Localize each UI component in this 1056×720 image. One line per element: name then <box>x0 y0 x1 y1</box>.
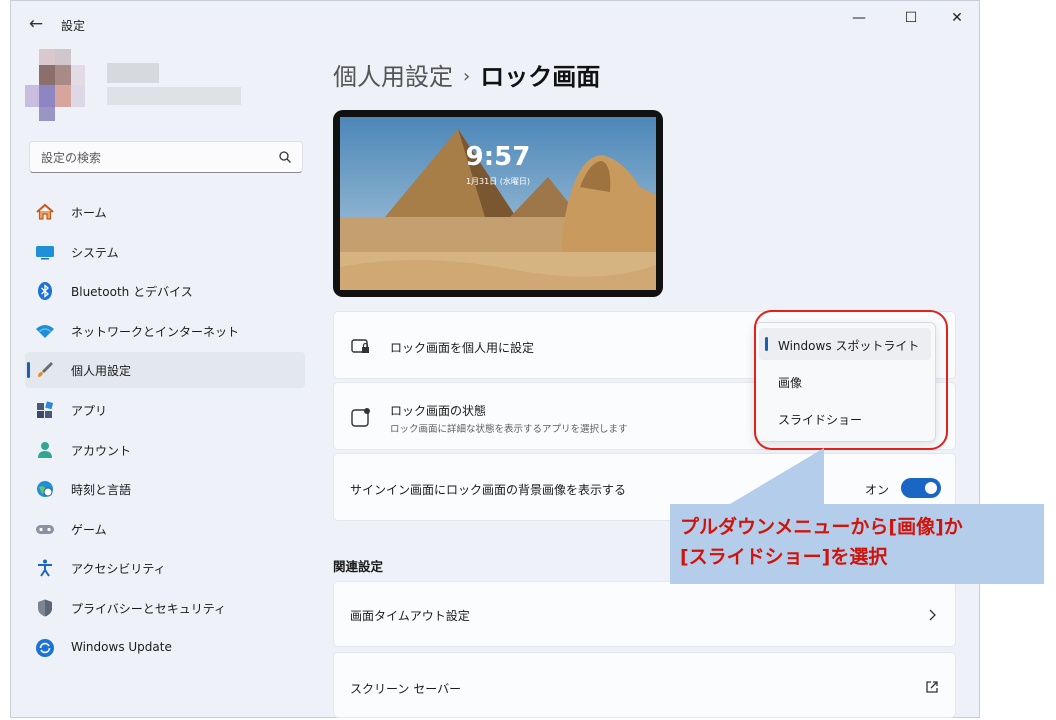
search-input[interactable] <box>39 146 273 170</box>
sidebar-item-label: ゲーム <box>71 522 107 537</box>
sidebar-item-label: 時刻と言語 <box>71 483 132 498</box>
sidebar-item-label: アプリ <box>71 403 108 418</box>
sidebar-item-windows-update[interactable]: Windows Update <box>25 630 305 666</box>
chevron-right-icon <box>929 609 936 621</box>
setting-label: サインイン画面にロック画面の背景画像を表示する <box>350 483 627 497</box>
page-title: ロック画面 <box>480 63 601 91</box>
setting-label: スクリーン セーバー <box>350 682 462 696</box>
setting-label: 画面タイムアウト設定 <box>350 609 470 623</box>
sidebar-item-label: プライバシーとセキュリティ <box>71 601 227 616</box>
system-icon <box>36 245 54 260</box>
brush-icon <box>38 362 53 378</box>
preview-date: 1月31日 (水曜日) <box>465 177 531 186</box>
sidebar-item-home[interactable]: ホーム <box>25 194 305 230</box>
account-name-redacted <box>107 63 159 83</box>
sidebar-item-label: Windows Update <box>71 639 172 654</box>
minimize-button[interactable]: — <box>839 7 879 29</box>
screen-timeout-card[interactable]: 画面タイムアウト設定 <box>333 581 956 647</box>
gamepad-icon <box>36 524 54 534</box>
wifi-icon <box>36 324 54 338</box>
sidebar-item-accessibility[interactable]: アクセシビリティ <box>25 550 305 586</box>
setting-label: ロック画面を個人用に設定 <box>390 341 535 355</box>
sidebar-item-gaming[interactable]: ゲーム <box>25 511 305 547</box>
setting-description: ロック画面に詳細な状態を表示するアプリを選択します <box>390 424 628 435</box>
bluetooth-icon <box>38 282 52 301</box>
apps-icon <box>37 401 54 418</box>
toggle-state-text: オン <box>864 483 889 497</box>
account-icon <box>38 441 52 458</box>
annotation-highlight-box <box>754 310 948 450</box>
breadcrumb-parent[interactable]: 個人用設定 <box>333 63 453 91</box>
preview-time: 9:57 <box>465 142 531 172</box>
sidebar-item-label: Bluetooth とデバイス <box>71 285 193 300</box>
status-icon <box>351 408 370 427</box>
back-button[interactable]: ← <box>25 13 47 35</box>
sidebar-item-label: アクセシビリティ <box>71 562 166 577</box>
search-box[interactable] <box>29 141 303 173</box>
sidebar-item-network[interactable]: ネットワークとインターネット <box>25 313 305 349</box>
sidebar-item-personalization[interactable]: 個人用設定 <box>25 352 305 389</box>
annotation-text-line1: プルダウンメニューから[画像]か <box>680 516 963 538</box>
search-icon <box>279 151 291 163</box>
lock-screen-icon <box>351 339 369 353</box>
app-title: 設定 <box>61 19 86 33</box>
toggle-knob <box>925 482 937 494</box>
sidebar-item-label: システム <box>71 245 119 260</box>
setting-label: ロック画面の状態 <box>390 404 487 418</box>
avatar[interactable] <box>25 49 95 121</box>
globe-clock-icon <box>37 481 53 498</box>
sidebar-item-system[interactable]: システム <box>25 234 305 270</box>
shield-icon <box>38 599 52 617</box>
title-bar: ← 設定 — ☐ ✕ <box>11 1 979 45</box>
signin-background-toggle[interactable] <box>901 478 941 498</box>
sidebar-item-label: アカウント <box>71 443 132 458</box>
related-settings-title: 関連設定 <box>333 559 384 574</box>
annotation-text-line2: [スライドショー]を選択 <box>680 546 888 568</box>
breadcrumb-separator: › <box>463 66 471 87</box>
breadcrumb: 個人用設定 › ロック画面 <box>333 57 600 92</box>
account-email-redacted <box>107 87 241 105</box>
sidebar-item-privacy[interactable]: プライバシーとセキュリティ <box>25 590 305 626</box>
sidebar-item-time-language[interactable]: 時刻と言語 <box>25 471 305 507</box>
sidebar-item-label: ネットワークとインターネット <box>71 324 240 339</box>
close-button[interactable]: ✕ <box>937 7 977 29</box>
sidebar-item-bluetooth[interactable]: Bluetooth とデバイス <box>25 273 305 309</box>
lock-screen-preview: 9:57 1月31日 (水曜日) <box>333 110 663 297</box>
open-external-icon <box>926 681 938 693</box>
accessibility-icon <box>38 559 52 577</box>
annotation-callout: プルダウンメニューから[画像]か [スライドショー]を選択 <box>670 504 1044 584</box>
screen-saver-card[interactable]: スクリーン セーバー <box>333 652 956 718</box>
maximize-button[interactable]: ☐ <box>891 7 931 29</box>
sidebar-item-label: 個人用設定 <box>71 364 132 379</box>
home-icon <box>36 203 54 220</box>
sidebar-nav: ホーム システム Bluetooth とデバイス ネットワークとインターネット <box>25 194 305 669</box>
callout-pointer <box>730 448 824 504</box>
active-indicator <box>27 362 30 379</box>
sidebar-item-accounts[interactable]: アカウント <box>25 432 305 468</box>
sidebar-item-label: ホーム <box>71 206 107 220</box>
sidebar-item-apps[interactable]: アプリ <box>25 392 305 428</box>
update-icon <box>36 638 54 657</box>
